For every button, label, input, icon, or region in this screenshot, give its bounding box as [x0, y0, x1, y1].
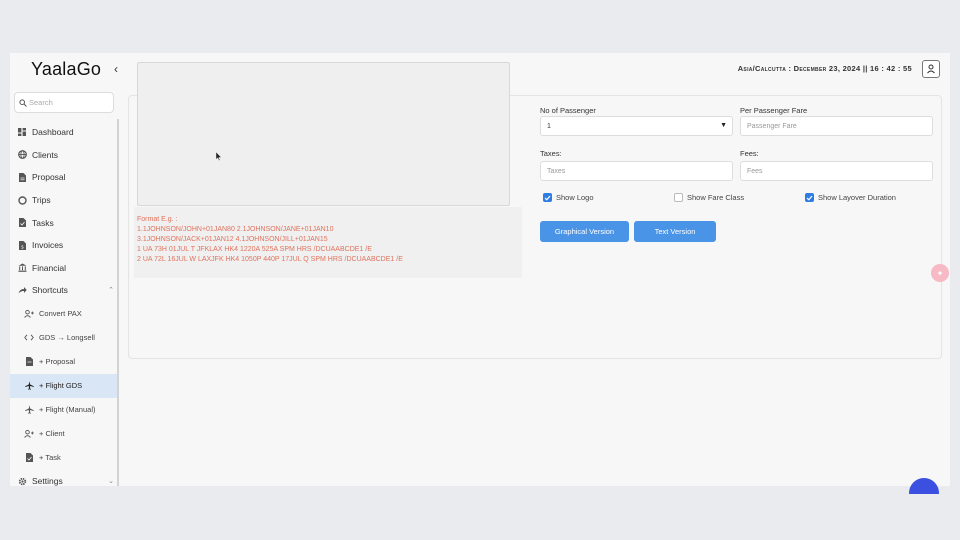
- format-line: 1.1JOHNSON/JOHN+01JAN80 2.1JOHNSON/JANE+…: [137, 226, 334, 233]
- sidebar-item-dashboard[interactable]: Dashboard: [10, 121, 118, 144]
- task-icon: [24, 453, 34, 463]
- fees-input[interactable]: Fees: [740, 161, 933, 181]
- sidebar-item-label: Financial: [32, 262, 67, 273]
- shortcut-flight-gds[interactable]: + Flight GDS: [10, 373, 118, 398]
- sidebar-item-label: Invoices: [32, 240, 64, 251]
- svg-text:$: $: [21, 244, 24, 250]
- shortcut-label: + Flight (Manual): [39, 405, 96, 415]
- sidebar-item-proposal[interactable]: Proposal: [10, 166, 118, 189]
- fare-placeholder: Passenger Fare: [747, 122, 797, 130]
- sidebar-item-shortcuts[interactable]: Shortcuts ⌃: [10, 279, 118, 302]
- sidebar-item-label: Trips: [32, 195, 51, 206]
- dashboard-icon: [17, 127, 27, 137]
- circle-icon: [17, 195, 27, 205]
- format-example: Format E.g. : 1.1JOHNSON/JOHN+01JAN80 2.…: [134, 207, 522, 278]
- shortcut-label: + Task: [39, 453, 61, 463]
- code-icon: [24, 334, 34, 341]
- search-icon: [19, 98, 27, 107]
- fare-input[interactable]: Passenger Fare: [740, 116, 933, 136]
- gds-input-textarea[interactable]: [137, 62, 510, 206]
- checkbox-checked-icon: [805, 193, 814, 202]
- sidebar-item-tasks[interactable]: Tasks: [10, 211, 118, 234]
- graphical-version-button[interactable]: Graphical Version: [540, 221, 629, 242]
- shortcut-label: + Client: [39, 429, 65, 439]
- shortcut-proposal[interactable]: + Proposal: [10, 350, 118, 374]
- show-layover-label: Show Layover Duration: [818, 193, 896, 202]
- task-icon: [17, 218, 27, 228]
- plane-icon: [24, 381, 34, 390]
- sidebar-scrollbar[interactable]: [117, 119, 119, 486]
- document-icon: [17, 172, 27, 182]
- share-icon: [17, 285, 27, 295]
- show-fare-class-checkbox[interactable]: Show Fare Class: [674, 193, 744, 202]
- show-logo-label: Show Logo: [556, 193, 594, 202]
- taxes-input[interactable]: Taxes: [540, 161, 733, 181]
- fare-label: Per Passenger Fare: [740, 106, 808, 115]
- sidebar-item-label: Settings: [32, 476, 63, 486]
- chevron-down-icon[interactable]: ⌄: [108, 477, 114, 485]
- format-title: Format E.g. :: [137, 216, 178, 223]
- sidebar-item-trips[interactable]: Trips: [10, 189, 118, 212]
- caret-down-icon: ▼: [720, 122, 727, 129]
- passengers-label: No of Passenger: [540, 106, 596, 115]
- sidebar-item-label: Clients: [32, 149, 58, 160]
- shortcut-flight-manual[interactable]: + Flight (Manual): [10, 398, 118, 422]
- sparkle-icon: ✦: [936, 268, 944, 278]
- shortcut-client[interactable]: + Client: [10, 422, 118, 446]
- sidebar-item-financial[interactable]: Financial: [10, 257, 118, 280]
- text-version-button[interactable]: Text Version: [634, 221, 716, 242]
- user-profile-button[interactable]: [922, 60, 940, 78]
- checkbox-unchecked-icon: [674, 193, 683, 202]
- checkbox-checked-icon: [543, 193, 552, 202]
- document-icon: [24, 357, 34, 367]
- shortcut-task[interactable]: + Task: [10, 446, 118, 470]
- passengers-value: 1: [547, 122, 551, 130]
- format-line: 1 UA 73H 01JUL T JFKLAX HK4 1220A 525A S…: [137, 246, 372, 253]
- show-logo-checkbox[interactable]: Show Logo: [543, 193, 594, 202]
- floating-assist-button[interactable]: ✦: [931, 264, 949, 282]
- gear-icon: [17, 476, 27, 486]
- sidebar-item-settings[interactable]: Settings ⌄: [10, 470, 118, 486]
- bank-icon: [17, 263, 27, 273]
- passengers-select[interactable]: 1 ▼: [540, 116, 733, 136]
- user-add-icon: [24, 309, 34, 318]
- user-add-icon: [24, 429, 34, 438]
- globe-icon: [17, 150, 27, 160]
- format-line: 2 UA 72L 16JUL W LAXJFK HK4 1050P 440P 1…: [137, 256, 403, 263]
- sidebar-item-label: Dashboard: [32, 127, 74, 138]
- show-layover-checkbox[interactable]: Show Layover Duration: [805, 193, 896, 202]
- search-placeholder: Search: [29, 98, 53, 107]
- sidebar-item-label: Shortcuts: [32, 285, 68, 296]
- shortcut-gds-longsell[interactable]: GDS → Longsell: [10, 326, 118, 350]
- taxes-placeholder: Taxes: [547, 167, 566, 175]
- shortcut-label: + Flight GDS: [39, 381, 83, 391]
- chevron-left-icon[interactable]: ‹: [114, 62, 118, 76]
- invoice-icon: $: [17, 240, 27, 250]
- user-icon: [927, 64, 935, 74]
- mouse-cursor-icon: [215, 148, 222, 166]
- shortcut-label: Convert PAX: [39, 309, 82, 319]
- chevron-up-icon[interactable]: ⌃: [108, 286, 114, 294]
- sidebar-item-label: Tasks: [32, 217, 54, 228]
- fees-placeholder: Fees: [747, 167, 763, 175]
- format-line: 3.1JOHNSON/JACK+01JAN12 4.1JOHNSON/JILL+…: [137, 236, 328, 243]
- shortcut-label: GDS → Longsell: [39, 333, 95, 343]
- sidebar-item-clients[interactable]: Clients: [10, 144, 118, 167]
- taxes-label: Taxes:: [540, 149, 562, 158]
- show-fare-class-label: Show Fare Class: [687, 193, 745, 202]
- sidebar-item-invoices[interactable]: $ Invoices: [10, 234, 118, 257]
- app-logo: YaalaGo: [31, 59, 102, 79]
- shortcut-label: + Proposal: [39, 357, 76, 367]
- timezone-clock: Asia/Calcutta : December 23, 2024 || 16 …: [737, 64, 912, 73]
- search-input[interactable]: Search: [14, 92, 114, 113]
- sidebar-item-label: Proposal: [32, 172, 66, 183]
- sidebar: Dashboard Clients Proposal Trips Tasks $…: [10, 121, 118, 486]
- fees-label: Fees:: [740, 149, 759, 158]
- plane-icon: [24, 405, 34, 414]
- shortcut-convert-pax[interactable]: Convert PAX: [10, 302, 118, 326]
